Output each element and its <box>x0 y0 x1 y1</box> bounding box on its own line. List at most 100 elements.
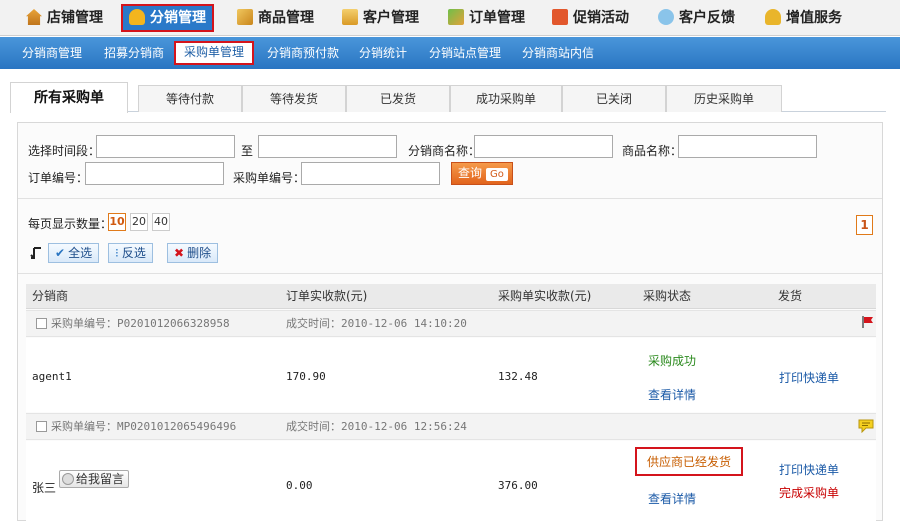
subnav-recruit[interactable]: 招募分销商 <box>104 37 164 69</box>
print-waybill-link[interactable]: 打印快递单 <box>779 369 839 386</box>
order-no-input[interactable] <box>85 162 224 185</box>
nav-promotions[interactable]: 促销活动 <box>552 4 629 32</box>
select-all-label: 全选 <box>68 246 93 260</box>
divider <box>18 198 882 199</box>
row-checkbox[interactable] <box>36 421 47 432</box>
delete-icon: ✖ <box>174 246 185 260</box>
house-icon <box>26 9 42 25</box>
to-label: 至 <box>241 144 254 158</box>
select-all-button[interactable]: ✔ 全选 <box>48 243 100 263</box>
time-label: 成交时间： <box>286 317 341 330</box>
row-checkbox[interactable] <box>36 318 47 329</box>
box-icon <box>237 9 253 25</box>
card-icon <box>342 9 358 25</box>
po-number: 采购单编号：P0201012066328958 <box>36 311 230 337</box>
nav-feedback[interactable]: 客户反馈 <box>658 4 735 32</box>
people-icon <box>129 9 145 25</box>
nav-label: 客户管理 <box>363 10 419 26</box>
order-amount: 170.90 <box>286 370 326 383</box>
order-group-header: 采购单编号：P0201012066328958 成交时间：2010-12-06 … <box>26 310 876 337</box>
per-page-10[interactable]: 10 <box>108 213 126 231</box>
print-waybill-link[interactable]: 打印快递单 <box>779 461 839 478</box>
comment-icon[interactable] <box>858 419 874 433</box>
status-tabs: 所有采购单 等待付款 等待发货 已发货 成功采购单 已关闭 历史采购单 <box>10 82 886 113</box>
po-no-input[interactable] <box>301 162 440 185</box>
subnav-sites[interactable]: 分销站点管理 <box>429 37 501 69</box>
invert-icon: ⁝ <box>115 246 119 260</box>
sub-nav: 分销商管理 招募分销商 采购单管理 分销商预付款 分销统计 分销站点管理 分销商… <box>0 37 900 69</box>
col-status: 采购状态 <box>643 289 692 303</box>
subnav-messages[interactable]: 分销商站内信 <box>522 37 594 69</box>
distributor-label: 分销商名称： <box>408 144 481 158</box>
subnav-distributors[interactable]: 分销商管理 <box>22 37 82 69</box>
message-label: 给我留言 <box>76 472 125 486</box>
invert-selection-button[interactable]: ⁝ 反选 <box>108 243 153 263</box>
table-row: agent1 170.90 132.48 采购成功 查看详情 打印快递单 <box>26 338 876 412</box>
leave-message-button[interactable]: 给我留言 <box>59 470 130 488</box>
nav-orders[interactable]: 订单管理 <box>448 4 525 32</box>
product-input[interactable] <box>678 135 817 158</box>
tab-shipped[interactable]: 已发货 <box>346 85 450 112</box>
top-nav: 店铺管理 分销管理 商品管理 客户管理 订单管理 促销活动 客户反馈 增值服务 <box>0 0 900 36</box>
delete-label: 删除 <box>187 246 212 260</box>
view-details-link[interactable]: 查看详情 <box>648 386 696 403</box>
per-page-40[interactable]: 40 <box>152 213 170 231</box>
subnav-prepayment[interactable]: 分销商预付款 <box>267 37 339 69</box>
tab-awaiting-shipment[interactable]: 等待发货 <box>242 85 346 112</box>
per-page-20[interactable]: 20 <box>130 213 148 231</box>
col-shipping: 发货 <box>778 289 803 303</box>
red-flag-icon[interactable] <box>862 316 874 328</box>
distributor-name: agent1 <box>32 370 72 383</box>
nav-label: 订单管理 <box>469 10 525 26</box>
nav-label: 增值服务 <box>786 10 842 26</box>
col-order-amount: 订单实收款(元) <box>286 289 368 303</box>
query-label: 查询 <box>458 166 483 180</box>
tab-closed[interactable]: 已关闭 <box>562 85 666 112</box>
query-button[interactable]: 查询 Go <box>451 162 513 185</box>
nav-label: 分销管理 <box>150 10 206 26</box>
promo-icon <box>552 9 568 25</box>
time-to-input[interactable] <box>258 135 397 158</box>
nav-distribution[interactable]: 分销管理 <box>121 4 214 32</box>
col-distributor: 分销商 <box>32 289 69 303</box>
status-text: 采购成功 <box>648 354 697 368</box>
tab-successful[interactable]: 成功采购单 <box>450 85 562 112</box>
po-label: 采购单编号： <box>51 420 117 433</box>
arrow-down-left-icon <box>30 247 41 259</box>
delete-button[interactable]: ✖ 删除 <box>167 243 219 263</box>
deal-time: 成交时间：2010-12-06 12:56:24 <box>286 414 467 440</box>
tab-history[interactable]: 历史采购单 <box>666 85 782 112</box>
table-row: 张三 给我留言 0.00 376.00 供应商已经发货 查看详情 打印快递单 完… <box>26 441 876 521</box>
tab-awaiting-payment[interactable]: 等待付款 <box>138 85 242 112</box>
po-amount: 132.48 <box>498 370 538 383</box>
nav-label: 客户反馈 <box>679 10 735 26</box>
time-range-label: 选择时间段： <box>28 144 101 158</box>
view-details-link[interactable]: 查看详情 <box>648 490 696 507</box>
po-no-label: 采购单编号： <box>233 171 306 185</box>
po-label: 采购单编号： <box>51 317 117 330</box>
order-amount: 0.00 <box>286 479 313 492</box>
invert-label: 反选 <box>121 246 146 260</box>
bubble-icon <box>658 9 674 25</box>
nav-customers[interactable]: 客户管理 <box>342 4 419 32</box>
message-icon <box>62 473 74 485</box>
time-value: 2010-12-06 14:10:20 <box>341 317 467 330</box>
col-po-amount: 采购单实收款(元) <box>498 289 592 303</box>
subnav-purchase-orders[interactable]: 采购单管理 <box>174 41 255 65</box>
status-text: 供应商已经发货 <box>635 447 744 476</box>
main-panel: 选择时间段： 至 分销商名称： 商品名称： 订单编号： 采购单编号： 查询 Go … <box>17 122 883 521</box>
table-header: 分销商 订单实收款(元) 采购单实收款(元) 采购状态 发货 <box>26 284 876 309</box>
page-1[interactable]: 1 <box>856 215 873 235</box>
complete-po-link[interactable]: 完成采购单 <box>779 484 839 501</box>
nav-value-added[interactable]: 增值服务 <box>765 4 842 32</box>
time-from-input[interactable] <box>96 135 235 158</box>
distributor-name: 张三 <box>32 481 57 495</box>
nav-store[interactable]: 店铺管理 <box>26 4 103 32</box>
nav-products[interactable]: 商品管理 <box>237 4 314 32</box>
tab-all[interactable]: 所有采购单 <box>10 82 128 113</box>
subnav-statistics[interactable]: 分销统计 <box>359 37 407 69</box>
per-page-label: 每页显示数量： <box>28 217 113 231</box>
rich-icon <box>765 9 781 25</box>
po-number: 采购单编号：MP0201012065496496 <box>36 414 236 440</box>
distributor-input[interactable] <box>474 135 613 158</box>
